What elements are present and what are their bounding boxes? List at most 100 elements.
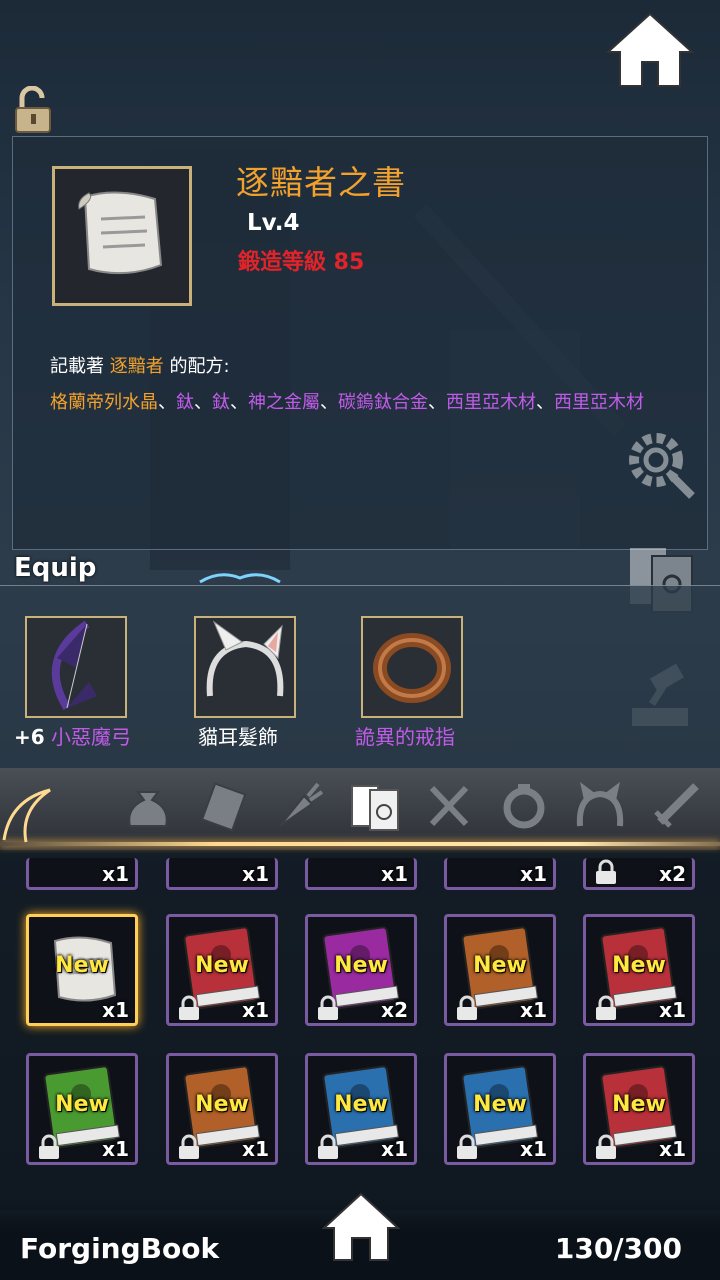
category-fork-knife-icon[interactable]	[422, 778, 478, 834]
item-quantity: x2	[381, 998, 408, 1022]
wing-ornament-icon	[2, 788, 51, 843]
item-slot[interactable]: New x1	[166, 914, 278, 1026]
recipe-part: 西里亞木材	[554, 392, 644, 413]
item-slot[interactable]: x1	[26, 858, 138, 890]
recipe-part: 、	[158, 392, 176, 413]
new-badge: New	[195, 1092, 249, 1117]
item-quantity: x1	[520, 1137, 547, 1161]
item-quantity: x1	[242, 1137, 269, 1161]
lock-icon	[455, 1134, 479, 1160]
footer-title: ForgingBook	[20, 1232, 220, 1265]
item-quantity: x1	[102, 998, 129, 1022]
lock-icon	[316, 1134, 340, 1160]
new-badge: New	[612, 953, 666, 978]
home-button-icon[interactable]	[322, 1192, 400, 1262]
equip-label: Equip	[14, 553, 97, 583]
lock-icon	[316, 995, 340, 1021]
equip-slot-bow[interactable]	[25, 616, 127, 718]
item-slot[interactable]: New x1	[26, 914, 138, 1026]
item-slot[interactable]: New x1	[583, 1053, 695, 1165]
item-description: 記載著 逐黯者 的配方:	[50, 352, 230, 378]
item-image-frame	[52, 166, 192, 306]
item-quantity: x1	[659, 1137, 686, 1161]
new-badge: New	[612, 1092, 666, 1117]
scroll-icon	[78, 191, 163, 275]
bow-icon	[51, 620, 97, 711]
item-slot[interactable]: New x2	[305, 914, 417, 1026]
equip-ring-name: 詭異的戒指	[355, 725, 455, 749]
lock-icon	[594, 859, 618, 885]
new-badge: New	[55, 953, 109, 978]
recipe-part: 格蘭帝列水晶	[50, 392, 158, 413]
lock-icon	[177, 995, 201, 1021]
item-level: Lv.4	[247, 210, 300, 236]
category-bag-icon[interactable]	[120, 778, 176, 834]
item-slot[interactable]: x1	[166, 858, 278, 890]
unlock-icon[interactable]	[12, 86, 56, 134]
new-badge: New	[473, 953, 527, 978]
lock-icon	[594, 995, 618, 1021]
recipe-list: 格蘭帝列水晶、鈦、鈦、神之金屬、碳鎢鈦合金、西里亞木材、西里亞木材	[50, 386, 690, 420]
category-book-icon[interactable]	[348, 778, 404, 834]
recipe-part: 、	[230, 392, 248, 413]
forge-level: 鍛造等級 85	[238, 250, 365, 275]
equip-slot-ring[interactable]	[361, 616, 463, 718]
ring-icon	[373, 633, 451, 703]
item-slot[interactable]: x2	[583, 858, 695, 890]
recipe-part: 碳鎢鈦合金	[338, 392, 428, 413]
recipe-part: 西里亞木材	[446, 392, 536, 413]
item-slot[interactable]: x1	[305, 858, 417, 890]
item-quantity: x1	[242, 862, 269, 886]
new-badge: New	[473, 1092, 527, 1117]
item-quantity: x1	[381, 1137, 408, 1161]
home-icon[interactable]	[606, 12, 694, 88]
new-badge: New	[334, 953, 388, 978]
lock-icon	[177, 1134, 201, 1160]
recipe-part: 鈦	[176, 392, 194, 413]
item-quantity: x1	[659, 998, 686, 1022]
item-name: 逐黯者之書	[236, 163, 406, 202]
lock-icon	[594, 1134, 618, 1160]
item-quantity: x1	[102, 862, 129, 886]
desc-target: 逐黯者	[109, 356, 164, 377]
lock-icon	[455, 995, 479, 1021]
item-quantity: x1	[520, 998, 547, 1022]
item-slot[interactable]: New x1	[583, 914, 695, 1026]
item-quantity: x1	[381, 862, 408, 886]
recipe-part: 、	[320, 392, 338, 413]
desc-prefix: 記載著	[50, 356, 104, 377]
category-sword-icon[interactable]	[648, 778, 704, 834]
equip-slot-headband[interactable]	[194, 616, 296, 718]
item-quantity: x1	[520, 862, 547, 886]
lock-icon	[37, 1134, 61, 1160]
category-carrot-icon[interactable]	[270, 778, 326, 834]
new-badge: New	[55, 1092, 109, 1117]
cat-ear-headband-icon	[206, 620, 284, 697]
item-slot[interactable]: New x1	[444, 1053, 556, 1165]
equip-bow-name: 小惡魔弓	[51, 725, 132, 749]
gear-search-icon[interactable]	[622, 424, 698, 500]
glow-divider	[0, 842, 720, 846]
equip-name-bow: +6 小惡魔弓	[14, 721, 131, 750]
inventory-count: 130/300	[554, 1232, 682, 1265]
category-headband-icon[interactable]	[572, 778, 628, 834]
recipe-part: 、	[536, 392, 554, 413]
recipe-part: 、	[428, 392, 446, 413]
item-slot[interactable]: New x1	[166, 1053, 278, 1165]
desc-suffix: 的配方:	[169, 356, 230, 377]
category-scroll-icon[interactable]	[196, 778, 252, 834]
item-slot[interactable]: New x1	[26, 1053, 138, 1165]
category-ring-icon[interactable]	[496, 778, 552, 834]
recipe-part: 鈦	[212, 392, 230, 413]
item-slot[interactable]: x1	[444, 858, 556, 890]
item-quantity: x2	[659, 862, 686, 886]
recipe-part: 、	[194, 392, 212, 413]
item-quantity: x1	[242, 998, 269, 1022]
item-quantity: x1	[102, 1137, 129, 1161]
item-slot[interactable]: New x1	[444, 914, 556, 1026]
recipe-part: 神之金屬	[248, 392, 320, 413]
item-slot[interactable]: New x1	[305, 1053, 417, 1165]
new-badge: New	[195, 953, 249, 978]
equip-headband-name: 貓耳髮飾	[198, 725, 278, 749]
new-badge: New	[334, 1092, 388, 1117]
